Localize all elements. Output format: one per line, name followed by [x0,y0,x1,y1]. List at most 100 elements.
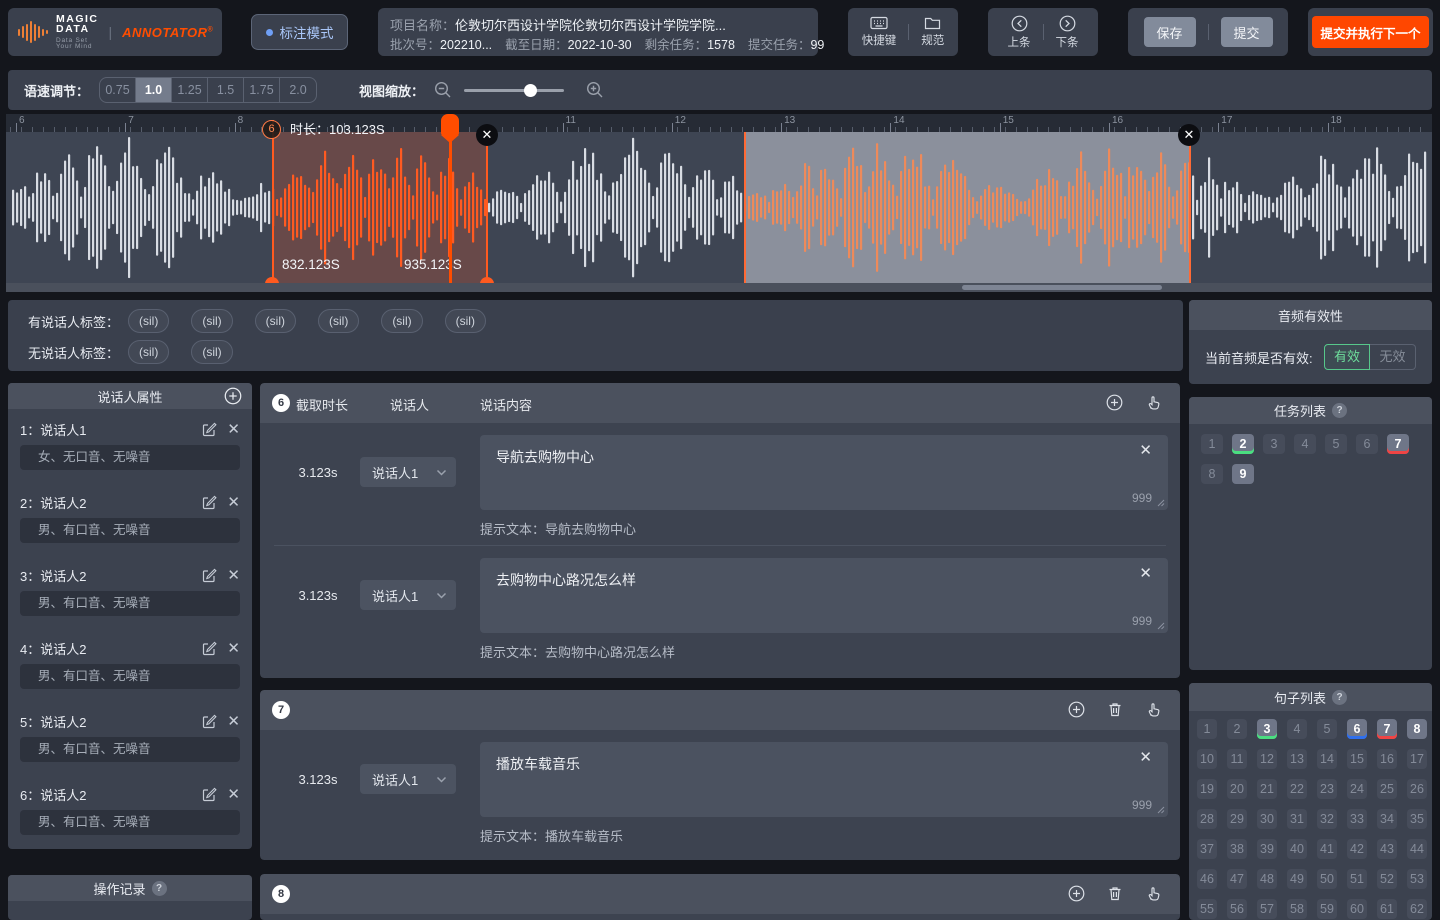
edit-speaker-icon[interactable] [201,640,217,656]
zoom-in-button[interactable] [586,81,604,99]
grid-item-59[interactable]: 59 [1317,899,1337,919]
grid-item-56[interactable]: 56 [1227,899,1247,919]
grid-item-37[interactable]: 37 [1197,839,1217,859]
zoom-slider[interactable] [464,89,564,92]
grid-item-2[interactable]: 2 [1232,434,1254,454]
grid-item-5[interactable]: 5 [1325,434,1347,454]
grid-item-47[interactable]: 47 [1227,869,1247,889]
grid-item-55[interactable]: 55 [1197,899,1217,919]
speed-option-1.0[interactable]: 1.0 [136,78,172,102]
submit-button[interactable]: 提交 [1221,17,1273,47]
grid-item-58[interactable]: 58 [1287,899,1307,919]
speed-option-1.25[interactable]: 1.25 [172,78,208,102]
grid-item-1[interactable]: 1 [1201,434,1223,454]
textarea-resize-handle[interactable] [1157,622,1165,630]
grid-item-6[interactable]: 6 [1356,434,1378,454]
playhead-handle[interactable] [441,114,459,136]
delete-section-button[interactable] [1107,701,1123,718]
drag-section-button[interactable] [1145,885,1162,902]
add-speaker-button[interactable] [224,387,242,405]
grid-item-24[interactable]: 24 [1347,779,1367,799]
sil-tag-pill[interactable]: (sil) [191,340,232,364]
waveform[interactable] [6,132,1432,283]
edit-speaker-icon[interactable] [201,567,217,583]
grid-item-8[interactable]: 8 [1407,719,1427,739]
spec-button[interactable]: 规范 [921,16,944,48]
delete-section-button[interactable] [1107,885,1123,902]
playhead-line[interactable] [449,134,452,284]
submit-and-next-button[interactable]: 提交并执行下一个 [1312,16,1428,48]
grid-item-32[interactable]: 32 [1317,809,1337,829]
speaker-select[interactable]: 说话人1 [360,457,456,487]
grid-item-60[interactable]: 60 [1347,899,1367,919]
waveform-scrollbar[interactable] [6,283,1432,292]
sil-tag-pill[interactable]: (sil) [255,309,296,333]
waveform-panel[interactable]: 6781112131415161718 832.123S 935.123S 6 … [6,114,1432,292]
grid-item-62[interactable]: 62 [1407,899,1427,919]
grid-item-26[interactable]: 26 [1407,779,1427,799]
valid-option[interactable]: 有效 [1324,344,1370,370]
sil-tag-pill[interactable]: (sil) [381,309,422,333]
edit-speaker-icon[interactable] [201,713,217,729]
close-secondary-selection-icon[interactable]: ✕ [1178,124,1200,146]
grid-item-19[interactable]: 19 [1197,779,1217,799]
grid-item-40[interactable]: 40 [1287,839,1307,859]
grid-item-49[interactable]: 49 [1287,869,1307,889]
waveform-scrollbar-thumb[interactable] [962,285,1162,290]
add-row-button[interactable] [1106,394,1123,411]
textarea-resize-handle[interactable] [1157,806,1165,814]
content-textarea[interactable]: 播放车载音乐 ✕ 999 [480,742,1168,817]
content-textarea[interactable]: 导航去购物中心 ✕ 999 [480,435,1168,510]
content-textarea[interactable]: 去购物中心路况怎么样 ✕ 999 [480,558,1168,633]
grid-item-6[interactable]: 6 [1347,719,1367,739]
grid-item-53[interactable]: 53 [1407,869,1427,889]
grid-item-43[interactable]: 43 [1377,839,1397,859]
secondary-selection-left-edge[interactable] [744,132,746,283]
grid-item-10[interactable]: 10 [1197,749,1217,769]
speaker-attributes[interactable]: 男、有口音、无噪音 [20,737,240,762]
close-selection-icon[interactable]: ✕ [476,124,498,146]
grid-item-21[interactable]: 21 [1257,779,1277,799]
speaker-attributes[interactable]: 男、有口音、无噪音 [20,591,240,616]
speed-option-1.5[interactable]: 1.5 [208,78,244,102]
next-item-button[interactable]: 下条 [1056,15,1079,50]
help-icon[interactable]: ? [1332,690,1347,705]
grid-item-30[interactable]: 30 [1257,809,1277,829]
grid-item-48[interactable]: 48 [1257,869,1277,889]
grid-item-4[interactable]: 4 [1294,434,1316,454]
grid-item-9[interactable]: 9 [1232,464,1254,484]
selection-right-edge[interactable] [486,134,488,285]
grid-item-12[interactable]: 12 [1257,749,1277,769]
sil-tag-pill[interactable]: (sil) [128,309,169,333]
grid-item-5[interactable]: 5 [1317,719,1337,739]
speaker-attributes[interactable]: 男、有口音、无噪音 [20,664,240,689]
grid-item-35[interactable]: 35 [1407,809,1427,829]
grid-item-11[interactable]: 11 [1227,749,1247,769]
grid-item-51[interactable]: 51 [1347,869,1367,889]
prev-item-button[interactable]: 上条 [1008,15,1031,50]
grid-item-25[interactable]: 25 [1377,779,1397,799]
edit-speaker-icon[interactable] [201,494,217,510]
grid-item-28[interactable]: 28 [1197,809,1217,829]
grid-item-22[interactable]: 22 [1287,779,1307,799]
drag-section-button[interactable] [1145,394,1162,411]
zoom-slider-thumb[interactable] [524,84,537,97]
grid-item-14[interactable]: 14 [1317,749,1337,769]
grid-item-52[interactable]: 52 [1377,869,1397,889]
grid-item-34[interactable]: 34 [1377,809,1397,829]
zoom-out-button[interactable] [434,81,452,99]
grid-item-7[interactable]: 7 [1387,434,1409,454]
clear-content-icon[interactable]: ✕ [1139,748,1152,766]
remove-speaker-icon[interactable]: ✕ [227,568,240,583]
grid-item-17[interactable]: 17 [1407,749,1427,769]
grid-item-16[interactable]: 16 [1377,749,1397,769]
speaker-attributes[interactable]: 女、无口音、无噪音 [20,445,240,470]
grid-item-31[interactable]: 31 [1287,809,1307,829]
selection-left-edge[interactable] [272,120,274,285]
speed-option-0.75[interactable]: 0.75 [100,78,136,102]
sil-tag-pill[interactable]: (sil) [445,309,486,333]
add-row-button[interactable] [1068,701,1085,718]
grid-item-46[interactable]: 46 [1197,869,1217,889]
grid-item-57[interactable]: 57 [1257,899,1277,919]
remove-speaker-icon[interactable]: ✕ [227,787,240,802]
